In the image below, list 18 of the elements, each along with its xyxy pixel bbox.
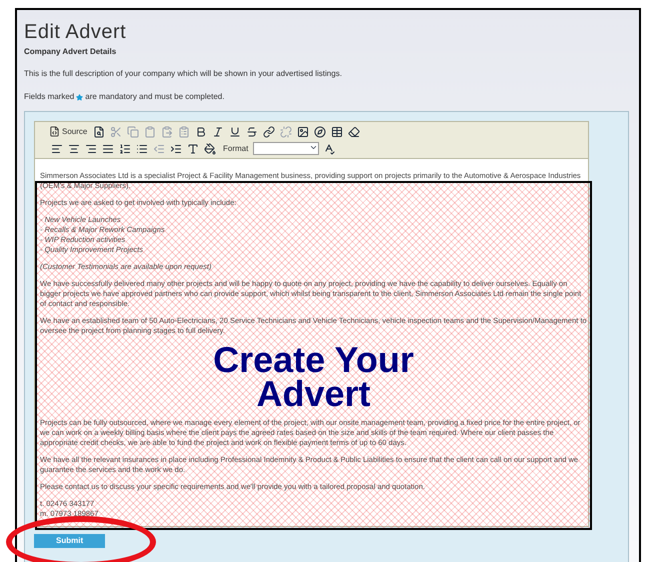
star-icon — [76, 94, 84, 100]
source-icon — [49, 126, 60, 137]
description-text: This is the full description of your company which will be shown in your advertised listings. — [24, 68, 343, 80]
page-title: Edit Advert — [24, 20, 128, 44]
link-icon[interactable] — [261, 124, 276, 139]
format-label: Format — [223, 142, 248, 154]
image-icon[interactable] — [295, 124, 310, 139]
overlay-headline: Create Your — [213, 343, 414, 377]
mandatory-note: Fields marked — [24, 91, 74, 103]
eraser-icon[interactable] — [346, 124, 362, 139]
caret-icon — [309, 143, 318, 152]
section-subtitle: Company Advert Details — [24, 46, 118, 58]
source-button[interactable]: Source — [49, 126, 90, 138]
paint-bucket-icon[interactable] — [202, 141, 217, 156]
compass-icon[interactable] — [312, 124, 328, 139]
mandatory-note-end: are mandatory and must be completed. — [85, 91, 224, 103]
table-icon[interactable] — [329, 124, 344, 139]
overlay-headline: Advert — [256, 377, 371, 411]
